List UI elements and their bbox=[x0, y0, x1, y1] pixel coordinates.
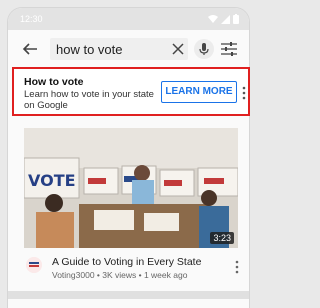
status-icons bbox=[208, 13, 239, 25]
arrow-back-icon[interactable] bbox=[20, 39, 40, 59]
banner-title: How to vote bbox=[24, 76, 84, 88]
video-thumbnail[interactable]: VOTE 3:23 bbox=[24, 128, 238, 248]
search-query-text: how to vote bbox=[56, 42, 123, 57]
battery-icon bbox=[233, 14, 239, 24]
svg-text:VOTE: VOTE bbox=[28, 171, 76, 190]
close-icon[interactable] bbox=[170, 41, 186, 57]
signal-icon bbox=[221, 14, 230, 24]
status-time: 12:30 bbox=[20, 14, 43, 24]
voting-booth-image: VOTE bbox=[24, 128, 238, 248]
vote-logo-icon bbox=[26, 257, 42, 273]
search-bar: how to vote bbox=[8, 30, 249, 68]
learn-more-button[interactable]: LEARN MORE bbox=[161, 81, 237, 103]
video-duration-badge: 3:23 bbox=[210, 232, 234, 244]
mic-icon[interactable] bbox=[194, 39, 214, 59]
list-divider bbox=[8, 291, 249, 299]
more-vert-icon[interactable] bbox=[234, 260, 240, 274]
video-meta[interactable]: A Guide to Voting in Every State Voting3… bbox=[22, 254, 247, 288]
more-vert-icon[interactable] bbox=[241, 86, 247, 100]
video-subtitle: Voting3000 • 3K views • 1 week ago bbox=[52, 270, 188, 280]
wifi-icon bbox=[208, 15, 218, 23]
tune-icon[interactable] bbox=[220, 41, 238, 57]
status-bar: 12:30 bbox=[8, 8, 249, 30]
channel-avatar[interactable] bbox=[26, 257, 42, 273]
search-input[interactable]: how to vote bbox=[50, 38, 188, 60]
phone-frame: 12:30 how to vote VOTE 3:23 A Guide to V… bbox=[8, 8, 249, 308]
video-title[interactable]: A Guide to Voting in Every State bbox=[52, 256, 201, 268]
how-to-vote-banner[interactable]: How to vote Learn how to vote in your st… bbox=[12, 67, 250, 116]
banner-description: Learn how to vote in your state on Googl… bbox=[24, 89, 154, 111]
